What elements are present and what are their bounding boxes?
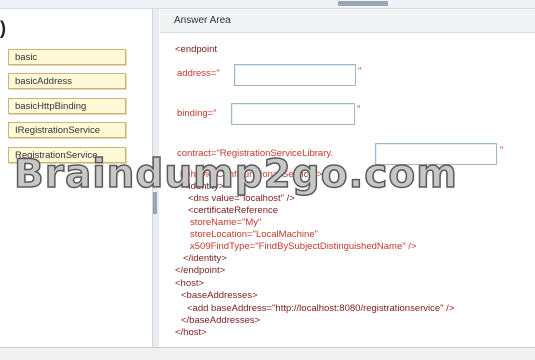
- code-store-name: storeName="My": [190, 217, 262, 228]
- code-cert-ref: <certificateReference: [188, 205, 279, 216]
- watermark: Braindump2go.com: [13, 151, 458, 198]
- code-binding-quote: ": [357, 104, 361, 115]
- code-endpoint-open: <endpoint: [175, 44, 217, 55]
- code-binding-attr: binding=": [177, 108, 217, 119]
- top-toolbar: [0, 0, 535, 9]
- code-host-open: <host>: [175, 278, 205, 289]
- address-drop-target[interactable]: [234, 64, 356, 86]
- drag-item-basic[interactable]: basic: [8, 49, 126, 65]
- code-store-location: storeLocation="LocalMachine": [190, 229, 318, 240]
- code-identity-close: </identity>: [183, 253, 227, 264]
- code-address-quote: ": [358, 66, 362, 77]
- question-fragment: ): [0, 18, 6, 38]
- answer-area-title: Answer Area: [160, 9, 535, 33]
- drag-item-basic-http-binding[interactable]: basicHttpBinding: [8, 98, 126, 114]
- code-base-addresses-open: <baseAddresses>: [181, 290, 258, 301]
- drag-item-iregistration-service[interactable]: IRegistrationService: [8, 122, 126, 138]
- code-find-type: x509FindType="FindBySubjectDistinguished…: [190, 241, 417, 252]
- code-contract-quote: ": [500, 145, 504, 156]
- binding-drop-target[interactable]: [231, 103, 355, 125]
- bottom-status-bar: [0, 347, 535, 360]
- code-host-close: </host>: [175, 327, 207, 338]
- code-endpoint-close: </endpoint>: [175, 265, 226, 276]
- code-base-addresses-close: </baseAddresses>: [181, 315, 261, 326]
- code-address-attr: address=": [177, 68, 220, 79]
- drag-item-basic-address[interactable]: basicAddress: [8, 73, 126, 89]
- top-drag-grip[interactable]: [338, 1, 388, 6]
- code-add-base-address: <add baseAddress="http://localhost:8080/…: [187, 303, 455, 314]
